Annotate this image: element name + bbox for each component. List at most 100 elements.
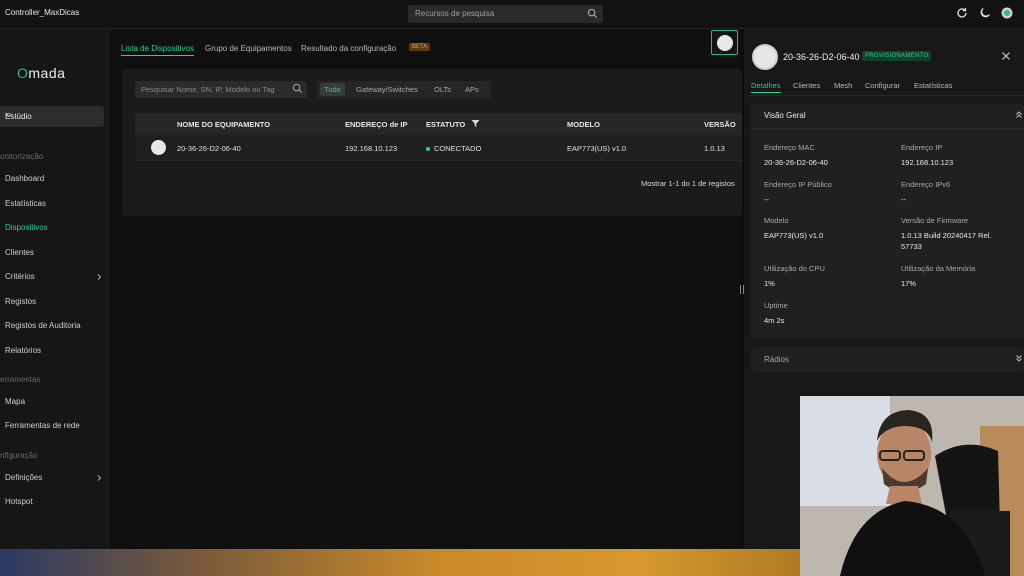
- webcam-presenter-image: [800, 396, 1024, 576]
- tab-config-results[interactable]: Resultado da configuração: [301, 44, 396, 53]
- search-icon[interactable]: [292, 83, 303, 96]
- table-row[interactable]: 20-36-26-D2-06-40 192.168.10.123 CONECTA…: [135, 135, 742, 161]
- device-list-card: Pesquisar Nome, SN, IP, Modelo ou Tag Tu…: [122, 69, 742, 216]
- sidebar-item-logs[interactable]: Registos: [5, 297, 36, 306]
- model-label: Modelo: [764, 216, 789, 225]
- sidebar-item-settings[interactable]: Definições: [5, 473, 42, 482]
- filter-icon[interactable]: [471, 119, 480, 130]
- sidebar-item-clients[interactable]: Clientes: [5, 248, 34, 257]
- col-version[interactable]: VERSÃO: [704, 120, 736, 129]
- sidebar-item-hotspot[interactable]: Hotspot: [5, 497, 33, 506]
- filter-aps[interactable]: APs: [461, 83, 483, 96]
- status-text: CONECTADO: [434, 144, 482, 153]
- firmware-value-line1: 1.0.13 Build 20240417 Rel.: [901, 231, 992, 240]
- cpu-value: 1%: [764, 279, 775, 288]
- close-icon[interactable]: [1001, 51, 1011, 63]
- chevron-right-icon: [96, 273, 103, 283]
- col-status[interactable]: ESTATUTO: [426, 120, 465, 129]
- cell-status: CONECTADO: [426, 144, 481, 153]
- cell-ip: 192.168.10.123: [345, 144, 398, 153]
- firmware-value-line2: 57733: [901, 242, 922, 251]
- tab-statistics[interactable]: Estatísticas: [914, 81, 952, 90]
- tab-device-list[interactable]: Lista de Dispositivos: [121, 44, 194, 56]
- overview-divider: [751, 128, 1024, 129]
- ipv6-label: Endereço IPv6: [901, 180, 951, 189]
- col-ip-address[interactable]: ENDEREÇO de IP: [345, 120, 408, 129]
- sidebar-item-statistics[interactable]: Estatísticas: [5, 199, 46, 208]
- top-bar: Controller_MaxDicas Recursos de pesquisa: [0, 0, 1024, 29]
- sidebar: Omada Estúdio onitorização Dashboard Est…: [0, 29, 109, 576]
- filter-olts[interactable]: OLTs: [430, 83, 455, 96]
- ip-label: Endereço IP: [901, 143, 943, 152]
- memory-value: 17%: [901, 279, 917, 288]
- webcam-overlay: [800, 396, 1024, 576]
- cell-version: 1.0.13: [704, 144, 725, 153]
- global-search-placeholder: Recursos de pesquisa: [415, 9, 495, 18]
- beta-badge: BETA: [409, 43, 431, 51]
- section-configuration: nfiguração: [0, 451, 38, 460]
- uptime-value: 4m 2s: [764, 316, 785, 325]
- device-search-placeholder: Pesquisar Nome, SN, IP, Modelo ou Tag: [141, 85, 275, 94]
- col-model[interactable]: MODELO: [567, 120, 600, 129]
- overview-title[interactable]: Visão Geral: [764, 111, 806, 120]
- uptime-label: Uptime: [764, 301, 788, 310]
- chevron-up-double-icon[interactable]: [1015, 110, 1023, 121]
- table-header: NOME DO EQUIPAMENTO ENDEREÇO de IP ESTAT…: [135, 113, 742, 135]
- tab-details[interactable]: Detalhes: [751, 81, 781, 93]
- radios-section[interactable]: Rádios: [751, 347, 1024, 372]
- sidebar-item-dashboard[interactable]: Dashboard: [5, 174, 44, 183]
- ip-value: 192.168.10.123: [901, 158, 954, 167]
- tab-configure[interactable]: Configurar: [865, 81, 900, 90]
- chevron-down-double-icon[interactable]: [1015, 354, 1023, 365]
- user-avatar-icon[interactable]: [1001, 7, 1013, 21]
- sidebar-item-criteria[interactable]: Critérios: [5, 272, 35, 281]
- model-value: EAP773(US) v1.0: [764, 231, 824, 240]
- radios-title: Rádios: [764, 355, 789, 364]
- ap-device-icon: [151, 140, 166, 155]
- main-content: Lista de Dispositivos Grupo de Equipamen…: [109, 29, 742, 549]
- omada-logo: Omada: [17, 65, 66, 81]
- mac-label: Endereço MAC: [764, 143, 815, 152]
- site-selector[interactable]: Estúdio: [0, 106, 104, 127]
- cell-device-name[interactable]: 20-36-26-D2-06-40: [177, 144, 241, 153]
- mac-value: 20-36-26-D2-06-40: [764, 158, 828, 167]
- sidebar-item-map[interactable]: Mapa: [5, 397, 25, 406]
- sidebar-item-audit-logs[interactable]: Registos de Auditoria: [5, 321, 81, 330]
- desktop-wallpaper-strip: [0, 549, 800, 576]
- tab-device-groups[interactable]: Grupo de Equipamentos: [205, 44, 292, 53]
- filter-all[interactable]: Tudo: [320, 83, 345, 96]
- section-monitoring: onitorização: [0, 152, 44, 161]
- ipv6-value: --: [901, 195, 906, 204]
- cpu-label: Utilização do CPU: [764, 264, 825, 273]
- chevron-right-icon: [96, 474, 103, 484]
- device-avatar: [752, 44, 778, 70]
- search-icon[interactable]: [587, 8, 598, 21]
- refresh-icon[interactable]: [956, 7, 968, 21]
- tab-mesh[interactable]: Mesh: [834, 81, 852, 90]
- public-ip-label: Endereço IP Público: [764, 180, 832, 189]
- pagination-info: Mostrar 1-1 do 1 de registos: [641, 179, 735, 188]
- dark-mode-icon[interactable]: [979, 7, 991, 21]
- controller-name[interactable]: Controller_MaxDicas: [5, 8, 79, 17]
- overview-section: Visão Geral Endereço MAC 20-36-26-D2-06-…: [751, 104, 1024, 338]
- filter-gateway-switches[interactable]: Gateway/Switches: [352, 83, 422, 96]
- device-icon: [717, 35, 733, 51]
- public-ip-value: --: [764, 195, 769, 204]
- sidebar-item-reports[interactable]: Relatórios: [5, 346, 41, 355]
- provisioning-badge: PROVISIONAMENTO: [862, 51, 932, 61]
- status-dot-icon: [426, 147, 430, 152]
- firmware-label: Versão de Firmware: [901, 216, 969, 225]
- device-type-filter: Tudo Gateway/Switches OLTs APs: [317, 81, 491, 98]
- selected-device-thumbnail[interactable]: [711, 30, 738, 55]
- cell-model: EAP773(US) v1.0: [567, 144, 627, 153]
- tab-clients[interactable]: Clientes: [793, 81, 820, 90]
- sidebar-item-network-tools[interactable]: Ferramentas de rede: [5, 421, 80, 430]
- col-device-name[interactable]: NOME DO EQUIPAMENTO: [177, 120, 270, 129]
- device-search-input[interactable]: Pesquisar Nome, SN, IP, Modelo ou Tag: [135, 81, 307, 98]
- memory-label: Utilização da Memória: [901, 264, 976, 273]
- panel-divider: [750, 95, 1024, 96]
- chevron-down-icon: [5, 111, 97, 121]
- sidebar-item-devices[interactable]: Dispositivos: [5, 223, 48, 232]
- panel-device-name: 20-36-26-D2-06-40: [783, 52, 860, 62]
- global-search-input[interactable]: Recursos de pesquisa: [408, 5, 603, 23]
